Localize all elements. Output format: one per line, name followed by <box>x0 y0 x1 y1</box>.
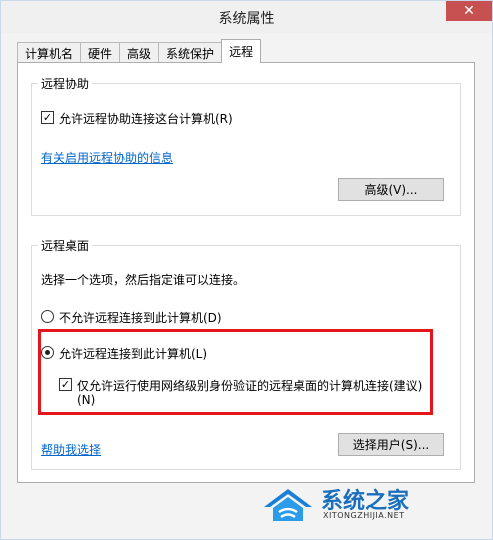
watermark-logo-icon <box>264 489 312 521</box>
tab-computer-name[interactable]: 计算机名 <box>17 42 82 63</box>
tab-remote[interactable]: 远程 <box>221 39 262 63</box>
deny-remote-radio[interactable] <box>41 310 54 323</box>
allow-remote-assistance-label: 允许远程协助连接这台计算机(R) <box>59 112 233 126</box>
tab-system-protection[interactable]: 系统保护 <box>158 42 223 63</box>
highlight-box <box>38 329 433 415</box>
window-title: 系统属性 <box>218 11 275 27</box>
system-properties-window: 系统属性 ✕ 计算机名 硬件 高级 系统保护 远程 远程协助 ✓ 允许远程协助连… <box>0 0 493 540</box>
help-me-choose-link[interactable]: 帮助我选择 <box>41 441 101 458</box>
remote-assistance-info-link[interactable]: 有关启用远程协助的信息 <box>41 149 173 166</box>
advanced-button[interactable]: 高级(V)... <box>338 178 444 201</box>
watermark: 系统之家 XITONGZHIJIA.NET <box>259 481 459 526</box>
select-users-button[interactable]: 选择用户(S)... <box>338 433 444 456</box>
close-button[interactable]: ✕ <box>446 1 492 21</box>
watermark-url: XITONGZHIJIA.NET <box>323 511 405 520</box>
close-icon: ✕ <box>463 3 475 19</box>
remote-desktop-label: 远程桌面 <box>38 237 93 254</box>
title-bar: 系统属性 ✕ <box>1 1 492 33</box>
deny-remote-label: 不允许远程连接到此计算机(D) <box>59 311 222 325</box>
remote-assistance-label: 远程协助 <box>38 75 93 92</box>
tab-hardware[interactable]: 硬件 <box>80 42 121 63</box>
allow-remote-assistance-checkbox[interactable]: ✓ <box>41 111 54 124</box>
tab-strip: 计算机名 硬件 高级 系统保护 远程 <box>17 39 262 63</box>
tab-advanced[interactable]: 高级 <box>119 42 160 63</box>
remote-desktop-instruction: 选择一个选项，然后指定谁可以连接。 <box>41 273 246 287</box>
remote-tab-panel: 远程协助 ✓ 允许远程协助连接这台计算机(R) 有关启用远程协助的信息 高级(V… <box>17 62 475 483</box>
remote-assistance-group: 远程协助 ✓ 允许远程协助连接这台计算机(R) 有关启用远程协助的信息 高级(V… <box>31 75 461 216</box>
